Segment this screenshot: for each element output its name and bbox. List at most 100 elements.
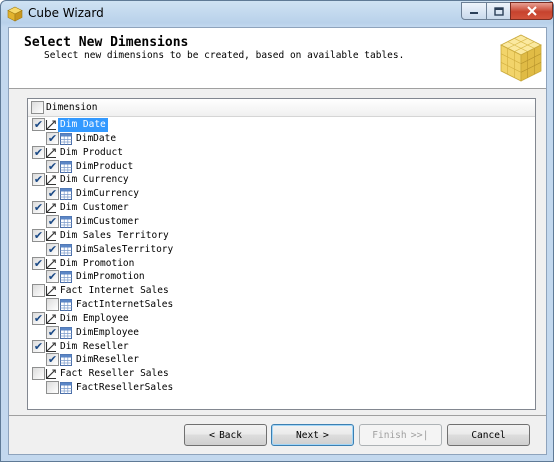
back-arrow-icon: < <box>209 429 216 441</box>
table-name: DimSalesTerritory <box>76 243 174 255</box>
finish-button: Finish >>| <box>359 424 442 446</box>
dimension-row[interactable]: ✔ Dim Customer <box>28 201 535 215</box>
dimension-checkbox[interactable]: ✔ <box>32 311 45 325</box>
dimension-checkbox[interactable] <box>32 367 45 381</box>
dimension-icon <box>45 147 56 158</box>
table-checkbox[interactable]: ✔ <box>46 242 59 256</box>
next-button[interactable]: Next > <box>271 424 354 446</box>
next-arrow-icon: > <box>322 429 329 441</box>
dimension-checkbox[interactable]: ✔ <box>32 173 45 187</box>
table-icon <box>60 243 72 256</box>
dimension-icon <box>45 369 56 380</box>
table-checkbox[interactable] <box>46 298 59 312</box>
dimension-row[interactable]: ✔ Dim Currency <box>28 173 535 187</box>
table-row[interactable]: ✔ DimDate <box>28 131 535 146</box>
finish-label: Finish <box>372 429 407 441</box>
minimize-button[interactable] <box>461 2 487 20</box>
finish-icon: >>| <box>410 429 429 441</box>
table-checkbox[interactable]: ✔ <box>46 353 59 367</box>
maximize-button[interactable] <box>486 2 511 20</box>
next-label: Next <box>296 429 319 441</box>
dimension-checkbox[interactable]: ✔ <box>32 145 45 159</box>
dimension-name: Fact Reseller Sales <box>60 368 169 380</box>
table-name: DimCustomer <box>76 215 139 227</box>
dimension-row[interactable]: Fact Internet Sales <box>28 284 535 298</box>
dimension-icon <box>45 230 56 241</box>
table-icon <box>60 382 72 395</box>
table-checkbox[interactable]: ✔ <box>46 187 59 201</box>
cube-app-icon <box>7 6 23 22</box>
table-row[interactable]: ✔ DimCurrency <box>28 187 535 201</box>
back-button[interactable]: < Back <box>184 424 267 446</box>
dimension-list[interactable]: Dimension ✔ Dim Date ✔ DimDate ✔ Dim Product ✔… <box>27 98 536 410</box>
cancel-button[interactable]: Cancel <box>447 424 530 446</box>
table-name: DimEmployee <box>76 326 139 338</box>
table-row[interactable]: ✔ DimEmployee <box>28 325 535 340</box>
table-name: DimProduct <box>76 160 134 172</box>
table-checkbox[interactable] <box>46 381 59 395</box>
dimension-name: Dim Product <box>60 146 123 158</box>
table-icon <box>60 188 72 201</box>
table-name: FactResellerSales <box>76 382 174 394</box>
cube-banner-icon <box>500 34 542 82</box>
dimension-name: Dim Employee <box>60 312 129 324</box>
close-button[interactable] <box>510 2 553 20</box>
table-checkbox[interactable]: ✔ <box>46 131 59 145</box>
dimension-name: Dim Reseller <box>60 340 129 352</box>
page-subtitle: Select new dimensions to be created, bas… <box>44 50 405 61</box>
back-label: Back <box>219 429 242 441</box>
dimension-icon <box>45 286 56 297</box>
dimension-checkbox[interactable]: ✔ <box>32 256 45 270</box>
table-row[interactable]: ✔ DimSalesTerritory <box>28 242 535 257</box>
list-header: Dimension <box>28 99 535 117</box>
table-checkbox[interactable]: ✔ <box>46 214 59 228</box>
table-row[interactable]: ✔ DimProduct <box>28 159 535 174</box>
table-row[interactable]: FactResellerSales <box>28 381 535 395</box>
dimension-name: Dim Customer <box>60 202 129 214</box>
dimension-name: Dim Promotion <box>60 257 135 269</box>
table-icon <box>60 326 72 339</box>
table-icon <box>60 160 72 173</box>
dimension-row[interactable]: ✔ Dim Sales Territory <box>28 228 535 243</box>
dimension-icon <box>45 120 56 131</box>
maximize-icon <box>493 6 504 16</box>
cancel-label: Cancel <box>471 429 506 441</box>
table-name: FactInternetSales <box>76 299 174 311</box>
dimension-row[interactable]: ✔ Dim Product <box>28 145 535 160</box>
dimension-checkbox[interactable]: ✔ <box>32 339 45 353</box>
table-name: DimCurrency <box>76 188 139 200</box>
table-row[interactable]: ✔ DimReseller <box>28 353 535 367</box>
table-row[interactable]: ✔ DimPromotion <box>28 270 535 284</box>
table-row[interactable]: FactInternetSales <box>28 298 535 312</box>
dimension-row[interactable]: ✔ Dim Promotion <box>28 256 535 271</box>
table-name: DimPromotion <box>76 271 145 283</box>
dimension-icon <box>45 341 56 352</box>
page-title: Select New Dimensions <box>24 35 189 50</box>
dimension-icon <box>45 203 56 214</box>
dimension-name: Dim Currency <box>60 174 129 186</box>
table-checkbox[interactable]: ✔ <box>46 159 59 173</box>
dimension-checkbox[interactable] <box>32 284 45 298</box>
title-bar[interactable]: Cube Wizard <box>1 1 553 27</box>
table-name: DimReseller <box>76 354 139 366</box>
dimension-row[interactable]: ✔ Dim Employee <box>28 311 535 326</box>
close-icon <box>526 6 537 16</box>
dimension-checkbox[interactable]: ✔ <box>32 118 45 131</box>
dimension-checkbox[interactable]: ✔ <box>32 228 45 242</box>
select-all-checkbox[interactable] <box>31 101 44 114</box>
footer-divider <box>9 415 546 416</box>
table-icon <box>60 354 72 367</box>
dimension-name: Dim Sales Territory <box>60 229 169 241</box>
table-checkbox[interactable]: ✔ <box>46 325 59 339</box>
table-row[interactable]: ✔ DimCustomer <box>28 214 535 229</box>
dimension-row[interactable]: ✔ Dim Date <box>28 118 535 132</box>
table-checkbox[interactable]: ✔ <box>46 270 59 284</box>
table-name: DimDate <box>76 132 117 144</box>
dimension-icon <box>45 258 56 269</box>
minimize-icon <box>470 12 478 14</box>
table-icon <box>60 271 72 284</box>
dimension-row[interactable]: ✔ Dim Reseller <box>28 339 535 354</box>
dimension-row[interactable]: Fact Reseller Sales <box>28 367 535 381</box>
cube-wizard-window: Cube Wizard Select New Dimensions Select… <box>0 0 554 462</box>
dimension-checkbox[interactable]: ✔ <box>32 201 45 215</box>
